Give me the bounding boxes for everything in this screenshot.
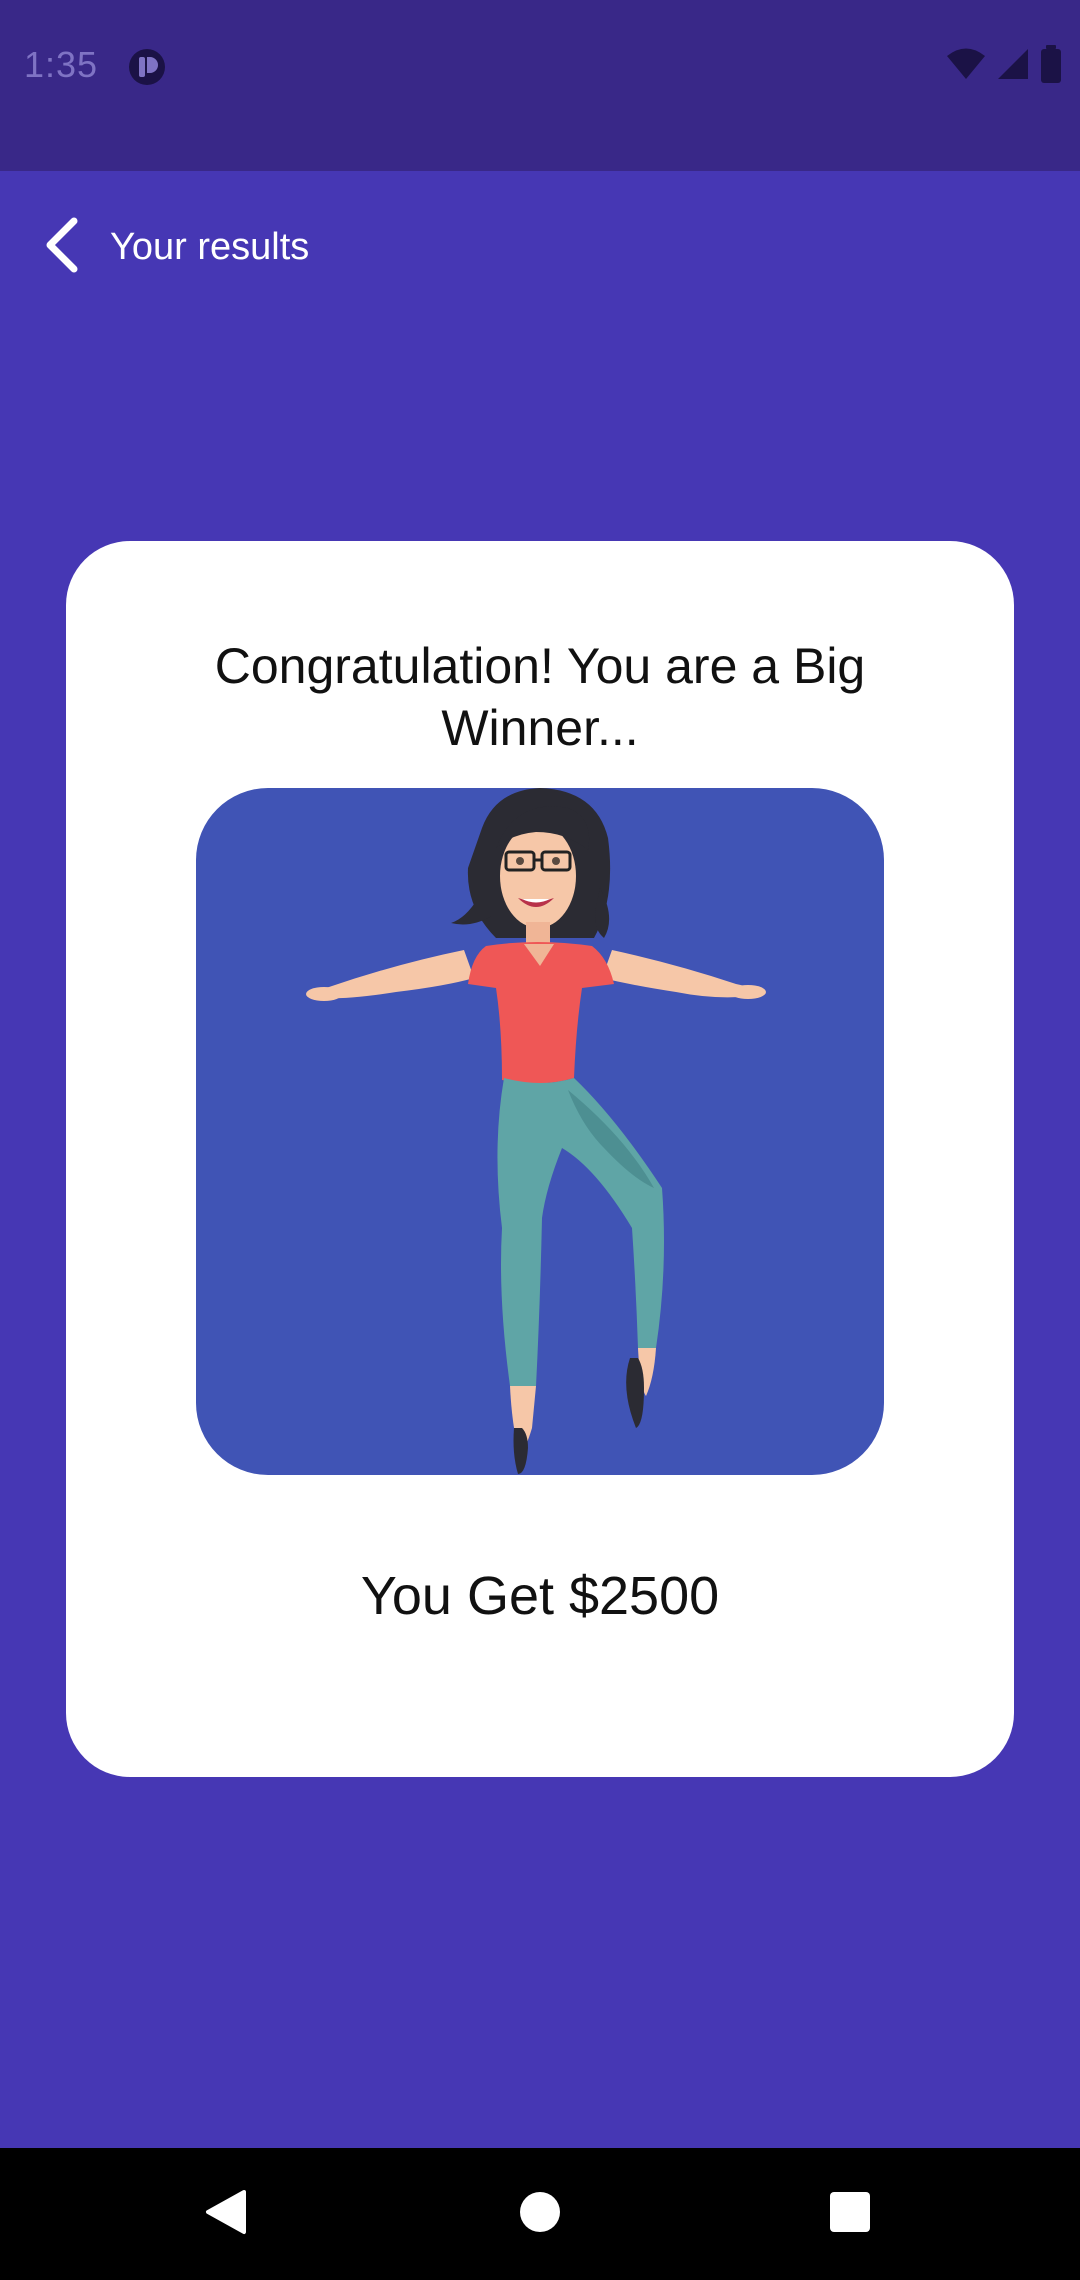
nav-back-button[interactable] [186, 2174, 266, 2254]
app-notification-icon [128, 48, 166, 86]
back-button[interactable] [30, 215, 94, 279]
app-bar: Your results [0, 171, 1080, 326]
status-time: 1:35 [24, 44, 99, 85]
nav-recents-button[interactable] [810, 2174, 890, 2254]
battery-icon [1040, 44, 1062, 88]
recents-square-icon [829, 2191, 871, 2238]
result-headline: Congratulation! You are a Big Winner... [214, 638, 866, 756]
result-card: Congratulation! You are a Big Winner... [66, 541, 1014, 1777]
home-circle-icon [518, 2190, 562, 2239]
status-bar: 1:35 [0, 0, 1080, 171]
status-icons [946, 44, 1062, 88]
dancing-woman-illustration [196, 788, 884, 1475]
chevron-left-icon [42, 217, 82, 278]
prize-amount-text: You Get $2500 [360, 1566, 720, 1626]
back-triangle-icon [204, 2188, 248, 2241]
nav-home-button[interactable] [500, 2174, 580, 2254]
system-navigation-bar [0, 2148, 1080, 2280]
page-title: Your results [110, 226, 310, 268]
cellular-signal-icon [996, 47, 1030, 86]
wifi-icon [946, 47, 986, 86]
